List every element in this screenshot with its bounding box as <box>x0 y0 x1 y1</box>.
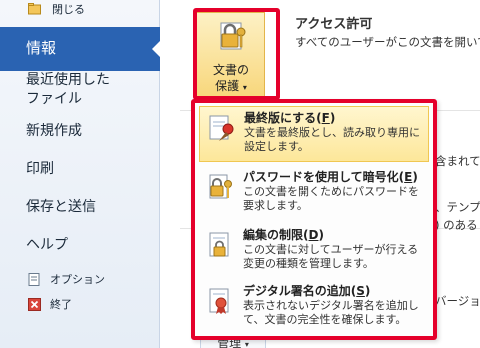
password-lock-icon <box>209 174 232 199</box>
nav-exit-label: 終了 <box>50 298 72 311</box>
background-text: ) のある <box>435 218 478 232</box>
permissions-title: アクセス許可 <box>295 17 373 32</box>
nav-new-label: 新規作成 <box>26 123 82 139</box>
restrict-editing-icon <box>209 232 229 257</box>
background-text: バージョン <box>435 294 480 308</box>
encrypt-description: この文書を開くためにパスワードを要求します。 <box>243 185 419 212</box>
backstage-view: 閉じる 情報 最近使用した ファイル 新規作成 印刷 保存と送信 ヘルプ オプシ… <box>0 0 480 348</box>
nav-close-label: 閉じる <box>52 3 85 16</box>
menu-item-mark-final[interactable]: 最終版にする(F) 文書を最終版とし、読み取り専用に設定します。 <box>199 106 429 162</box>
exit-icon <box>28 298 41 311</box>
protect-dropdown-menu: 最終版にする(F) 文書を最終版とし、読み取り専用に設定します。 パスワードを使… <box>191 99 437 340</box>
nav-print-label: 印刷 <box>26 161 54 177</box>
encrypt-title: パスワードを使用して暗号化(E) <box>243 170 418 184</box>
menu-item-encrypt[interactable]: パスワードを使用して暗号化(E) この文書を開くためにパスワードを要求します。 <box>199 166 429 222</box>
nav-save-send[interactable]: 保存と送信 <box>0 198 160 220</box>
digital-signature-title: デジタル署名の追加(S) <box>243 284 371 298</box>
nav-new[interactable]: 新規作成 <box>0 122 160 144</box>
nav-info[interactable]: 情報 <box>0 27 161 71</box>
restrict-editing-description: この文書に対してユーザーが行える変更の種類を管理します。 <box>243 243 419 270</box>
dropdown-arrow-icon: ▾ <box>244 340 249 348</box>
mark-final-description: 文書を最終版とし、読み取り専用に設定します。 <box>244 126 420 153</box>
nav-recent-label-1: 最近使用した <box>26 72 110 88</box>
menu-item-digital-signature[interactable]: デジタル署名の追加(S) 表示されないデジタル署名を追加して、文書の完全性を確保… <box>199 280 429 336</box>
background-text: 、テンプ <box>435 200 480 214</box>
backstage-nav: 閉じる 情報 最近使用した ファイル 新規作成 印刷 保存と送信 ヘルプ オプシ… <box>0 0 161 348</box>
nav-print[interactable]: 印刷 <box>0 160 160 182</box>
mark-final-title: 最終版にする(F) <box>244 111 336 125</box>
highlight-frame <box>193 8 280 100</box>
permissions-description: すべてのユーザーがこの文書を開いて <box>295 35 480 49</box>
nav-info-label: 情報 <box>26 39 57 57</box>
menu-item-restrict-editing[interactable]: 編集の制限(D) この文書に対してユーザーが行える変更の種類を管理します。 <box>199 224 429 280</box>
certificate-ribbon-icon <box>209 288 229 314</box>
nav-save-send-label: 保存と送信 <box>26 199 96 215</box>
nav-help[interactable]: ヘルプ <box>0 236 160 258</box>
nav-exit[interactable]: 終了 <box>0 295 160 313</box>
mark-final-icon <box>209 115 234 141</box>
nav-options[interactable]: オプション <box>0 270 160 288</box>
nav-recent-label-2: ファイル <box>26 91 82 107</box>
nav-help-label: ヘルプ <box>26 237 68 253</box>
background-text: 含まれて <box>435 154 480 168</box>
digital-signature-description: 表示されないデジタル署名を追加して、文書の完全性を確保します。 <box>243 299 419 326</box>
folder-icon <box>28 3 41 15</box>
nav-options-label: オプション <box>50 273 105 286</box>
nav-recent[interactable]: 最近使用した ファイル <box>0 71 160 111</box>
nav-close[interactable]: 閉じる <box>0 0 160 18</box>
options-icon <box>28 273 40 286</box>
restrict-editing-title: 編集の制限(D) <box>243 228 324 242</box>
